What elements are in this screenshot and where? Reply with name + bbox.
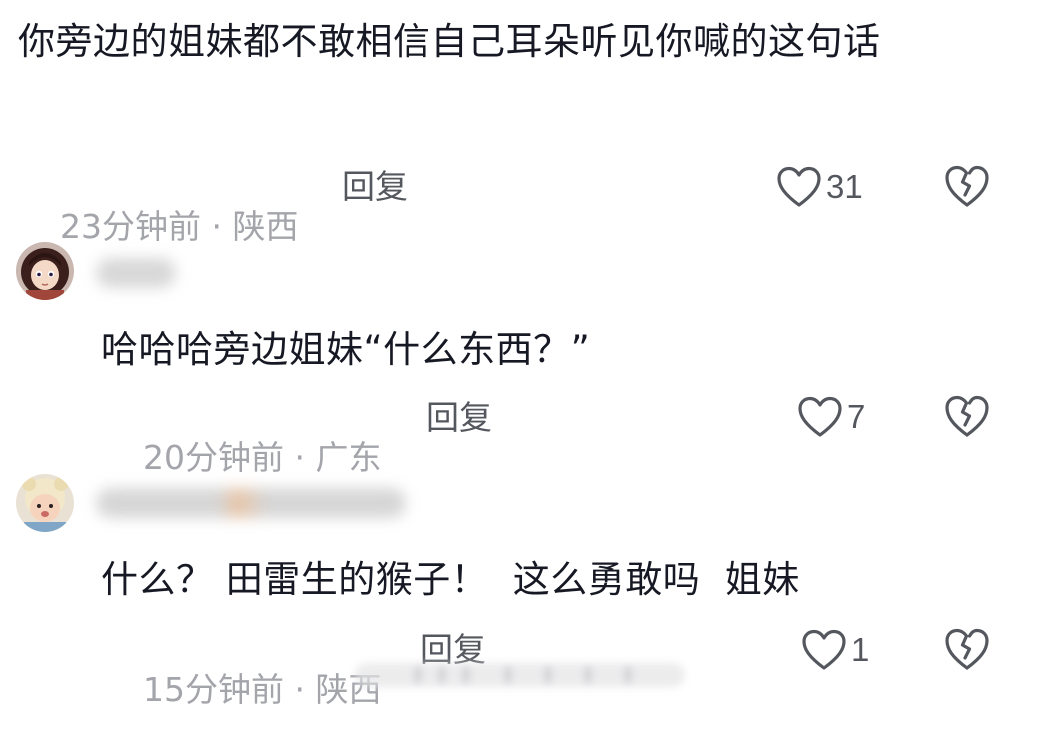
heart-outline-icon xyxy=(802,629,846,670)
username-blurred[interactable] xyxy=(96,488,406,518)
like-count: 7 xyxy=(847,398,866,435)
broken-heart-icon xyxy=(945,628,989,670)
like-button[interactable]: 31 xyxy=(776,163,863,211)
like-button[interactable]: 1 xyxy=(801,626,869,674)
reply-button[interactable]: 回复 xyxy=(342,167,408,207)
dislike-button[interactable] xyxy=(943,626,991,674)
avatar[interactable] xyxy=(16,242,74,300)
heart-outline-icon xyxy=(798,396,842,437)
comment-item: 哈哈哈旁边姐妹“什么东西？” 20分钟前 · 广东 回复 7 xyxy=(0,230,1041,477)
like-count: 31 xyxy=(826,168,863,205)
comment-text: 你旁边的姐妹都不敢相信自己耳朵听见你喊的这句话 xyxy=(18,20,881,63)
meta-separator: · xyxy=(283,670,316,709)
watermark-blur xyxy=(355,663,685,687)
reply-button[interactable]: 回复 xyxy=(426,398,492,438)
comment-text: 什么？ 田雷生的猴子！ 这么勇敢吗 姐妹 xyxy=(101,558,800,601)
broken-heart-icon xyxy=(945,395,989,437)
avatar-image xyxy=(16,242,74,300)
dislike-button[interactable] xyxy=(943,163,991,211)
avatar[interactable] xyxy=(16,474,74,532)
comment-meta: 15分钟前 · 陕西 xyxy=(101,630,381,750)
comment-item: 你旁边的姐妹都不敢相信自己耳朵听见你喊的这句话 23分钟前 · 陕西 回复 31 xyxy=(0,0,1041,246)
comment-time: 15分钟前 xyxy=(142,670,284,709)
username-blurred[interactable] xyxy=(96,258,176,288)
dislike-button[interactable] xyxy=(943,393,991,441)
avatar-image xyxy=(16,474,74,532)
like-button[interactable]: 7 xyxy=(797,393,865,441)
heart-outline-icon xyxy=(777,166,821,207)
broken-heart-icon xyxy=(945,165,989,207)
like-count: 1 xyxy=(851,631,870,668)
comment-text: 哈哈哈旁边姐妹“什么东西？” xyxy=(101,328,591,371)
